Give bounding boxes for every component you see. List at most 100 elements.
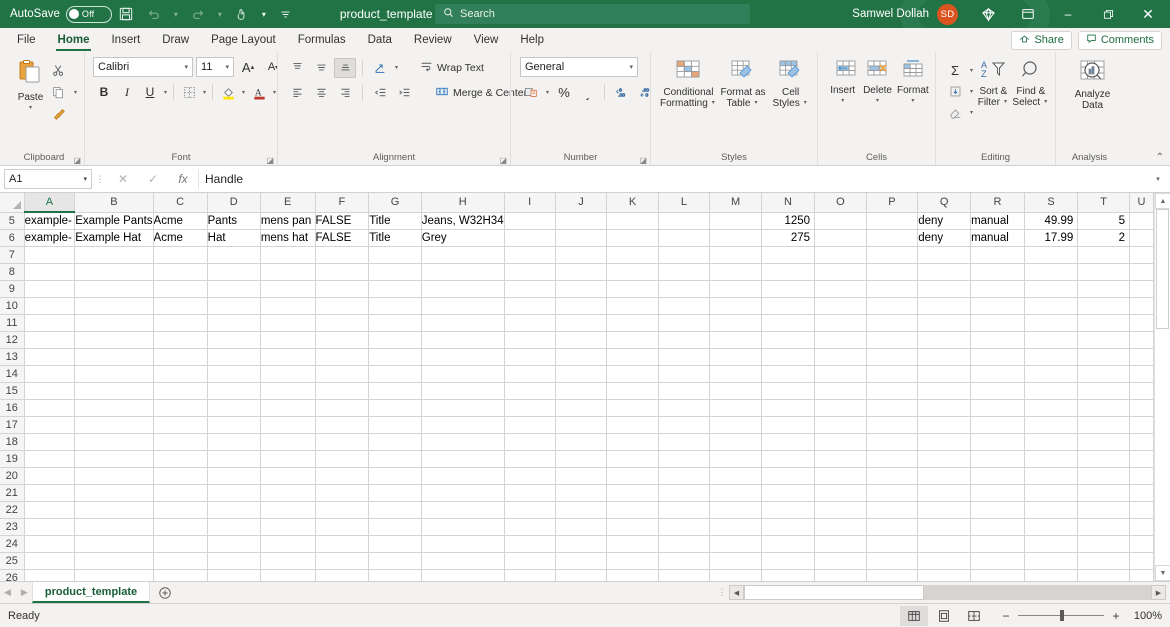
cell-D26[interactable] xyxy=(207,569,261,581)
cell-J15[interactable] xyxy=(555,382,608,400)
cell-A21[interactable] xyxy=(24,484,76,502)
format-as-table-button[interactable]: Format as Table ▾ xyxy=(719,57,767,109)
cell-Q6[interactable]: deny xyxy=(917,229,972,247)
cell-A7[interactable] xyxy=(24,246,76,264)
alignment-dialog-launcher-icon[interactable]: ◪ xyxy=(499,156,507,165)
column-header-a[interactable]: A xyxy=(24,193,76,213)
cell-F9[interactable] xyxy=(315,280,370,298)
cell-N12[interactable] xyxy=(761,331,816,349)
cell-N10[interactable] xyxy=(761,297,816,315)
cell-T7[interactable] xyxy=(1077,246,1131,264)
cell-A22[interactable] xyxy=(24,501,76,519)
cell-C21[interactable] xyxy=(153,484,208,502)
cell-Q12[interactable] xyxy=(917,331,972,349)
cell-U17[interactable] xyxy=(1129,416,1154,434)
column-header-p[interactable]: P xyxy=(866,193,919,213)
italic-button[interactable]: I xyxy=(116,82,138,102)
cell-T11[interactable] xyxy=(1077,314,1131,332)
normal-view-icon[interactable] xyxy=(900,605,928,626)
page-layout-view-icon[interactable] xyxy=(930,606,958,626)
cell-P17[interactable] xyxy=(866,416,919,434)
cell-P9[interactable] xyxy=(866,280,919,298)
cell-T18[interactable] xyxy=(1077,433,1131,451)
cell-O8[interactable] xyxy=(814,263,867,281)
column-header-d[interactable]: D xyxy=(207,193,261,213)
cell-S12[interactable] xyxy=(1024,331,1079,349)
bold-button[interactable]: B xyxy=(93,82,115,102)
cell-R7[interactable] xyxy=(970,246,1025,264)
tab-insert[interactable]: Insert xyxy=(100,28,151,52)
cell-C12[interactable] xyxy=(153,331,208,349)
increase-font-size-icon[interactable]: A ▴ xyxy=(237,57,259,77)
cell-T13[interactable] xyxy=(1077,348,1131,366)
cell-A16[interactable] xyxy=(24,399,76,417)
cell-C18[interactable] xyxy=(153,433,208,451)
cell-T9[interactable] xyxy=(1077,280,1131,298)
cell-N6[interactable]: 275 xyxy=(761,229,816,247)
cell-F20[interactable] xyxy=(315,467,370,485)
cell-R21[interactable] xyxy=(970,484,1025,502)
cell-J13[interactable] xyxy=(555,348,608,366)
font-size-input[interactable]: 11 ▾ xyxy=(196,57,234,77)
cell-K11[interactable] xyxy=(606,314,659,332)
cell-E7[interactable] xyxy=(260,246,316,264)
cell-J14[interactable] xyxy=(555,365,608,383)
cell-H16[interactable] xyxy=(421,399,505,417)
cell-I5[interactable] xyxy=(504,212,556,230)
row-header-15[interactable]: 15 xyxy=(0,382,25,400)
row-header-7[interactable]: 7 xyxy=(0,246,25,264)
cell-P10[interactable] xyxy=(866,297,919,315)
cell-C22[interactable] xyxy=(153,501,208,519)
cell-U11[interactable] xyxy=(1129,314,1154,332)
font-name-input[interactable]: Calibri ▾ xyxy=(93,57,193,77)
cell-A13[interactable] xyxy=(24,348,76,366)
cell-G16[interactable] xyxy=(368,399,422,417)
cell-M26[interactable] xyxy=(709,569,762,581)
cell-I22[interactable] xyxy=(504,501,556,519)
cell-G7[interactable] xyxy=(368,246,422,264)
cell-O14[interactable] xyxy=(814,365,867,383)
cell-I8[interactable] xyxy=(504,263,556,281)
cell-D14[interactable] xyxy=(207,365,261,383)
cell-I18[interactable] xyxy=(504,433,556,451)
cell-S10[interactable] xyxy=(1024,297,1079,315)
cell-M23[interactable] xyxy=(709,518,762,536)
cell-A18[interactable] xyxy=(24,433,76,451)
cell-S5[interactable]: 49.99 xyxy=(1024,212,1079,230)
cell-I9[interactable] xyxy=(504,280,556,298)
sort-filter-dropdown-icon[interactable]: ▾ xyxy=(1002,97,1009,108)
cell-D13[interactable] xyxy=(207,348,261,366)
cell-B18[interactable] xyxy=(74,433,154,451)
cell-G25[interactable] xyxy=(368,552,422,570)
cell-G12[interactable] xyxy=(368,331,422,349)
cell-P21[interactable] xyxy=(866,484,919,502)
cell-A14[interactable] xyxy=(24,365,76,383)
delete-cells-button[interactable]: Delete ▾ xyxy=(860,57,894,107)
cell-I24[interactable] xyxy=(504,535,556,553)
column-header-m[interactable]: M xyxy=(709,193,762,213)
cell-R10[interactable] xyxy=(970,297,1025,315)
share-button[interactable]: Share xyxy=(1011,30,1072,50)
cell-J6[interactable] xyxy=(555,229,608,247)
cell-H11[interactable] xyxy=(421,314,505,332)
cell-O17[interactable] xyxy=(814,416,867,434)
cell-U21[interactable] xyxy=(1129,484,1154,502)
cell-E20[interactable] xyxy=(260,467,316,485)
customize-quick-access-icon[interactable] xyxy=(272,2,300,26)
fill-color-icon[interactable] xyxy=(217,82,239,102)
cell-B13[interactable] xyxy=(74,348,154,366)
autosum-dropdown-icon[interactable]: ▾ xyxy=(968,67,975,74)
cell-B15[interactable] xyxy=(74,382,154,400)
cell-K12[interactable] xyxy=(606,331,659,349)
cell-C19[interactable] xyxy=(153,450,208,468)
cell-M25[interactable] xyxy=(709,552,762,570)
row-header-5[interactable]: 5 xyxy=(0,212,25,230)
cell-L21[interactable] xyxy=(658,484,711,502)
cell-R24[interactable] xyxy=(970,535,1025,553)
cell-S17[interactable] xyxy=(1024,416,1079,434)
cell-I20[interactable] xyxy=(504,467,556,485)
diamond-icon[interactable] xyxy=(968,0,1008,28)
cell-H20[interactable] xyxy=(421,467,505,485)
row-header-16[interactable]: 16 xyxy=(0,399,25,417)
cell-Q10[interactable] xyxy=(917,297,972,315)
